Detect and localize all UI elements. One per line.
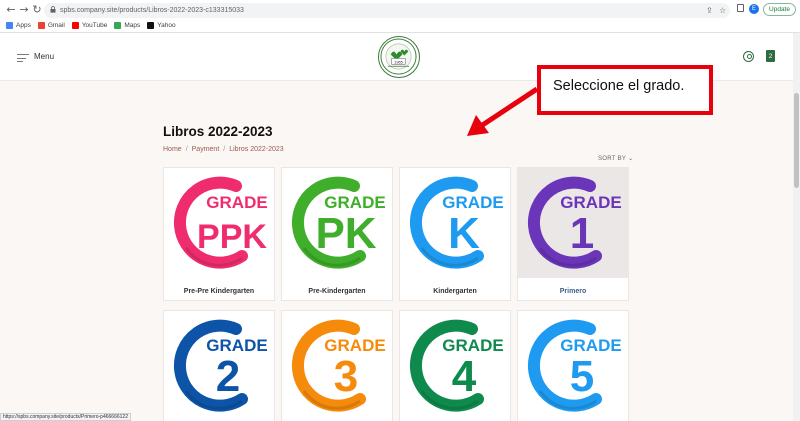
annotation-arrow (467, 86, 539, 136)
status-bar-url: https://spbs.company.site/products/Prime… (0, 413, 131, 421)
